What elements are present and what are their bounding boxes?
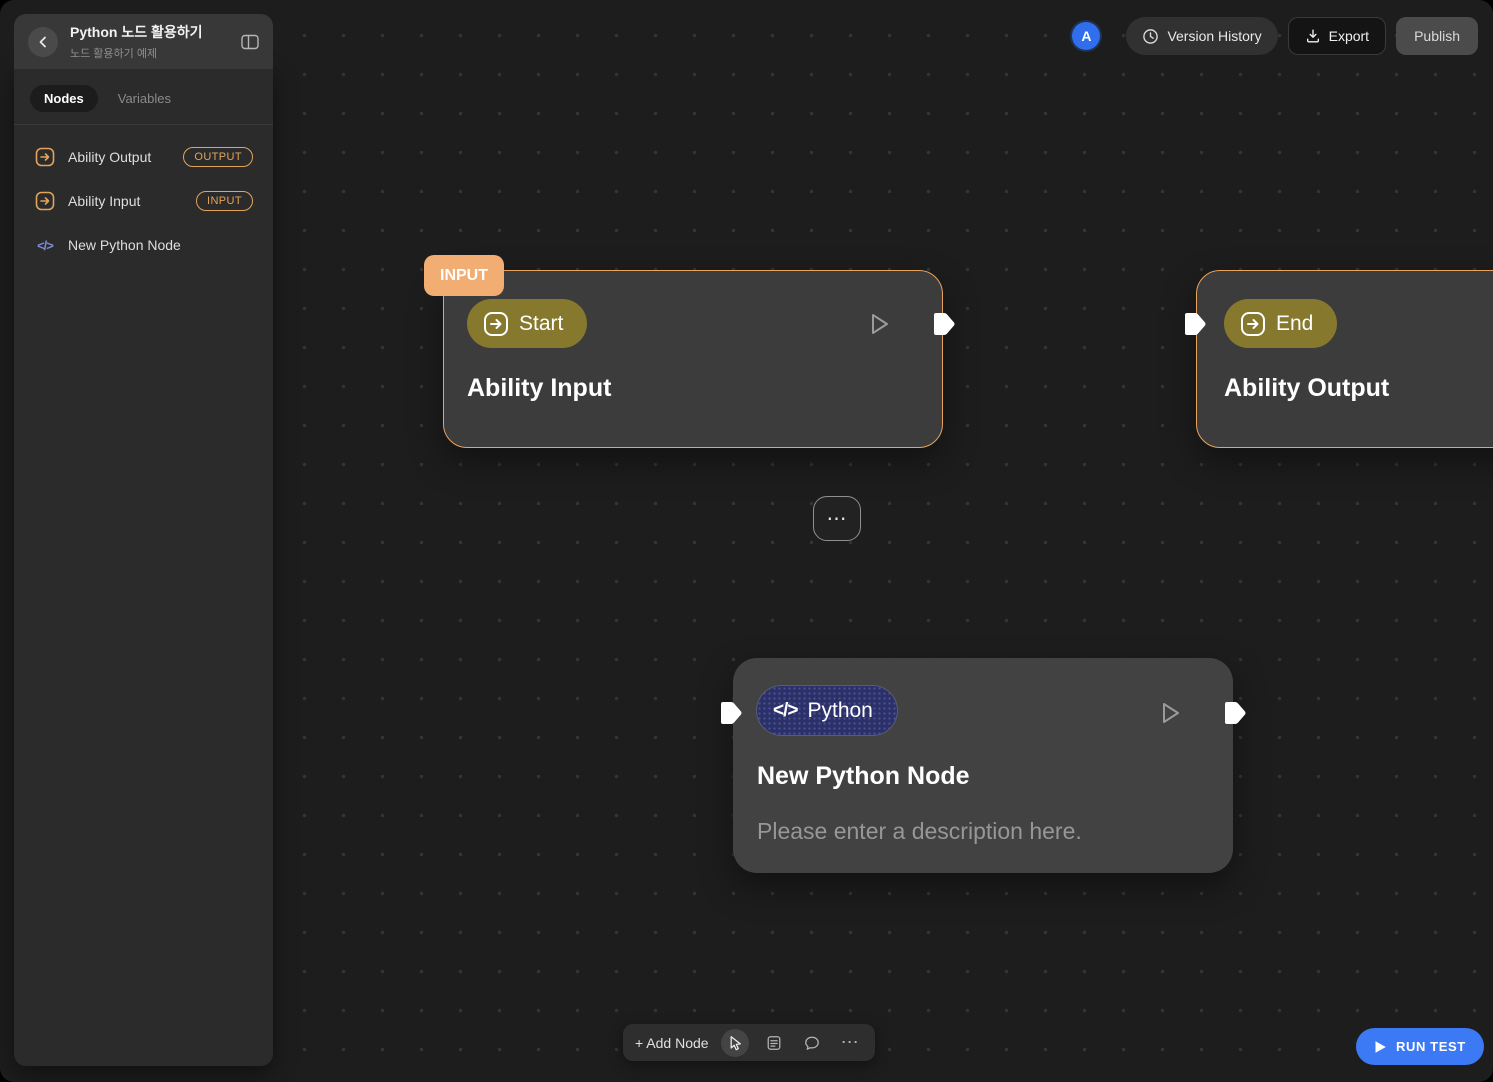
tab-variables[interactable]: Variables xyxy=(104,85,185,112)
export-button[interactable]: Export xyxy=(1287,17,1387,55)
run-test-label: RUN TEST xyxy=(1396,1039,1466,1054)
notes-tool-button[interactable] xyxy=(761,1030,787,1056)
document-icon xyxy=(767,1035,780,1050)
list-item-ability-input[interactable]: Ability Input INPUT xyxy=(26,179,261,223)
comment-tool-button[interactable] xyxy=(799,1030,825,1056)
end-pill-label: End xyxy=(1276,311,1314,335)
arrow-output-icon xyxy=(34,147,56,167)
canvas-toolbar: + Add Node ⋯ xyxy=(623,1024,875,1061)
run-test-button[interactable]: RUN TEST xyxy=(1356,1028,1484,1065)
end-pill: End xyxy=(1224,299,1338,348)
chevron-left-icon xyxy=(39,36,46,47)
start-pill: Start xyxy=(467,299,588,348)
publish-button[interactable]: Publish xyxy=(1396,17,1478,55)
code-icon: </> xyxy=(37,237,54,253)
play-outline-icon xyxy=(872,314,888,334)
workflow-subtitle: 노드 활용하기 예제 xyxy=(70,48,158,60)
arrow-end-icon xyxy=(1241,311,1265,336)
node-description[interactable]: Please enter a description here. xyxy=(757,818,1082,845)
node-list: Ability Output OUTPUT Ability Input INPU… xyxy=(14,125,273,277)
play-icon xyxy=(1375,1040,1386,1053)
version-history-button[interactable]: Version History xyxy=(1126,17,1278,55)
list-item-label: Ability Output xyxy=(68,149,152,165)
run-node-button[interactable] xyxy=(1159,700,1183,731)
more-options-button[interactable]: ⋯ xyxy=(837,1030,863,1056)
export-label: Export xyxy=(1328,28,1370,44)
panel-toggle-icon xyxy=(241,34,259,49)
input-port[interactable] xyxy=(1183,311,1207,337)
code-icon: </> xyxy=(773,699,799,721)
cursor-icon xyxy=(730,1035,742,1050)
arrow-start-icon xyxy=(484,311,508,336)
version-history-label: Version History xyxy=(1167,28,1262,44)
start-pill-label: Start xyxy=(519,311,564,335)
list-item-new-python-node[interactable]: </> New Python Node xyxy=(26,223,261,267)
edge-options-button[interactable]: ⋯ xyxy=(813,496,861,541)
run-node-button[interactable] xyxy=(868,311,892,342)
workflow-header: Python 노드 활용하기 노드 활용하기 예제 xyxy=(14,14,273,69)
topbar-actions: A Version History Export Publish xyxy=(1072,17,1478,55)
node-title: Ability Input xyxy=(467,374,612,402)
tab-nodes[interactable]: Nodes xyxy=(30,85,98,112)
flow-canvas[interactable]: Python 노드 활용하기 노드 활용하기 예제 Nodes Variable… xyxy=(0,0,1493,1082)
python-pill-label: Python xyxy=(807,698,873,722)
sidebar-tabs: Nodes Variables xyxy=(14,69,273,124)
sidebar-toggle-button[interactable] xyxy=(241,34,259,50)
input-badge: INPUT xyxy=(196,191,253,211)
play-outline-icon xyxy=(1163,703,1179,723)
node-new-python[interactable]: </> Python New Python Node Please enter … xyxy=(721,658,1246,873)
node-title: Ability Output xyxy=(1224,374,1390,402)
publish-label: Publish xyxy=(1414,28,1460,44)
add-node-button[interactable]: + Add Node xyxy=(635,1035,709,1051)
arrow-input-icon xyxy=(34,191,56,211)
node-ability-input[interactable]: INPUT Start Ability Input xyxy=(424,255,955,448)
output-port[interactable] xyxy=(1223,700,1247,726)
list-item-label: Ability Input xyxy=(68,193,141,209)
list-item-label: New Python Node xyxy=(68,237,181,253)
node-ability-output[interactable]: End Ability Output xyxy=(1185,270,1493,448)
back-button[interactable] xyxy=(28,26,58,57)
node-title: New Python Node xyxy=(757,762,970,790)
pointer-tool-button[interactable] xyxy=(720,1028,749,1057)
chat-bubble-icon xyxy=(804,1036,819,1050)
output-badge: OUTPUT xyxy=(183,147,253,167)
list-item-ability-output[interactable]: Ability Output OUTPUT xyxy=(26,135,261,179)
output-port[interactable] xyxy=(932,311,956,337)
avatar[interactable]: A xyxy=(1072,22,1101,50)
workflow-title: Python 노드 활용하기 xyxy=(70,24,203,40)
node-library-sidebar: Nodes Variables Ability Output OUTPUT Ab… xyxy=(14,69,273,1066)
input-tag: INPUT xyxy=(424,255,504,296)
download-icon xyxy=(1306,29,1319,43)
python-pill: </> Python xyxy=(757,686,897,735)
input-port[interactable] xyxy=(719,700,743,726)
history-clock-icon xyxy=(1143,28,1159,44)
